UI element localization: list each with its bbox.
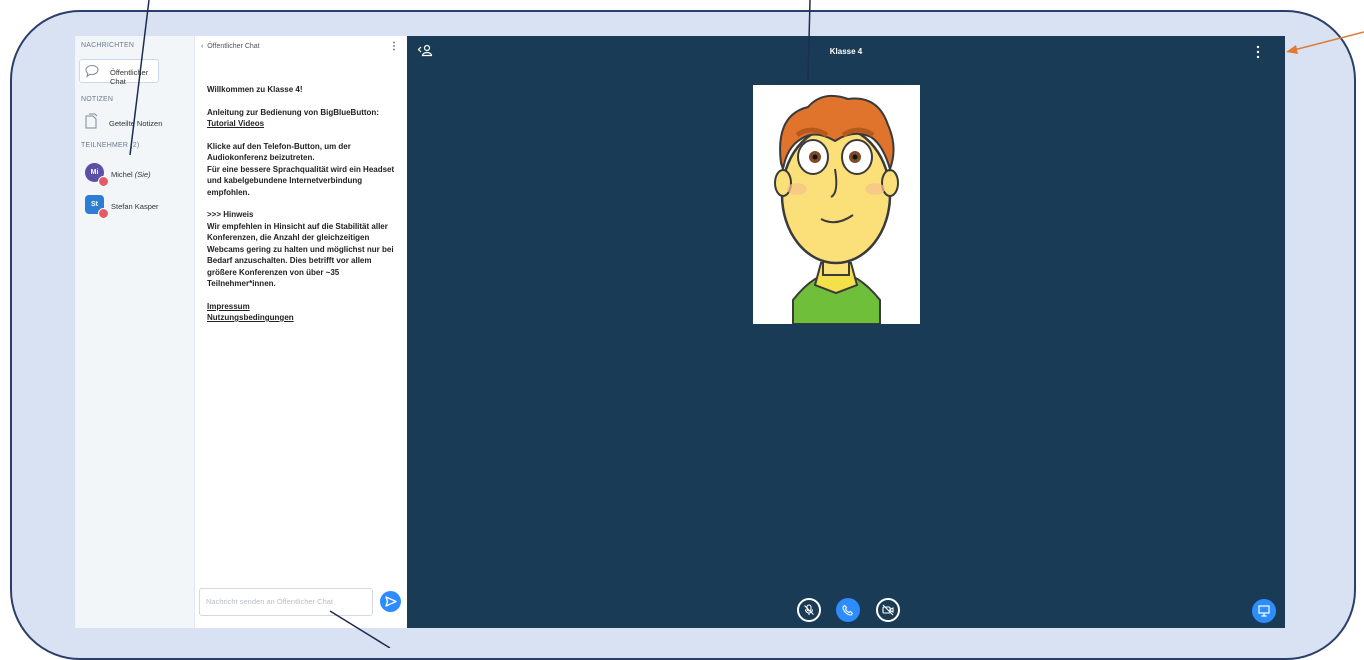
shared-notes-label: Geteilte Notizen xyxy=(109,119,163,128)
mute-microphone-button[interactable] xyxy=(797,598,821,622)
options-menu-icon[interactable] xyxy=(1255,45,1261,59)
participant-name: Michel (Sie) xyxy=(111,170,151,179)
notes-icon xyxy=(85,113,98,129)
chat-welcome-message: Willkommen zu Klasse 4! Anleitung zur Be… xyxy=(207,84,397,335)
terms-link[interactable]: Nutzungsbedingungen xyxy=(207,313,294,322)
impressum-link[interactable]: Impressum xyxy=(207,302,250,311)
bigbluebutton-app: NACHRICHTEN Öffentlicher Chat NOTIZEN Ge… xyxy=(75,36,1285,628)
user-list-sidebar: NACHRICHTEN Öffentlicher Chat NOTIZEN Ge… xyxy=(75,36,195,628)
chat-title: Öffentlicher Chat xyxy=(207,43,260,50)
tutorial-videos-link[interactable]: Tutorial Videos xyxy=(207,119,264,128)
cartoon-avatar-image xyxy=(774,94,899,325)
presentation-icon xyxy=(1258,605,1270,617)
meeting-title: Klasse 4 xyxy=(829,47,863,56)
hint-paragraph: >>> Hinweis Wir empfehlen in Hinsicht au… xyxy=(207,210,394,288)
shared-notes-item[interactable]: Geteilte Notizen xyxy=(79,111,179,133)
restore-presentation-button[interactable] xyxy=(1252,599,1276,623)
welcome-line: Willkommen zu Klasse 4! xyxy=(207,85,303,94)
main-area: Klasse 4 xyxy=(407,36,1285,628)
join-audio-button[interactable] xyxy=(836,598,860,622)
participant-michel[interactable]: Mi Michel (Sie) xyxy=(79,161,189,187)
chevron-left-icon: ‹ xyxy=(201,43,204,50)
messages-section-title: NACHRICHTEN xyxy=(81,42,135,49)
chat-header[interactable]: ‹ Öffentlicher Chat xyxy=(201,43,260,50)
muted-mic-icon xyxy=(98,208,109,219)
chat-options-icon[interactable]: ⋮ xyxy=(389,41,399,52)
webcam-off-icon xyxy=(882,604,894,616)
chat-panel: ‹ Öffentlicher Chat ⋮ Willkommen zu Klas… xyxy=(195,36,407,628)
public-chat-label: Öffentlicher Chat xyxy=(110,68,149,86)
links-paragraph: Impressum Nutzungsbedingungen xyxy=(207,301,397,324)
chat-message-input[interactable]: Nachricht senden an Öffentlicher Chat xyxy=(199,588,373,616)
guide-paragraph: Anleitung zur Bedienung von BigBlueButto… xyxy=(207,107,379,129)
muted-mic-icon xyxy=(98,176,109,187)
notes-section-title: NOTIZEN xyxy=(81,96,114,103)
presentation-slide xyxy=(753,85,920,325)
phone-icon xyxy=(842,604,854,616)
participant-name: Stefan Kasper xyxy=(111,202,159,211)
audio-paragraph: Klicke auf den Telefon-Button, um der Au… xyxy=(207,141,395,197)
participant-stefan-kasper[interactable]: St Stefan Kasper xyxy=(79,193,189,219)
public-chat-item[interactable]: Öffentlicher Chat xyxy=(79,59,159,86)
send-icon xyxy=(385,596,397,607)
microphone-off-icon xyxy=(804,604,814,615)
participants-section-title: TEILNEHMER (2) xyxy=(81,142,140,149)
share-webcam-button[interactable] xyxy=(876,598,900,622)
chat-bubble-icon xyxy=(85,64,99,78)
send-button[interactable] xyxy=(380,591,401,612)
